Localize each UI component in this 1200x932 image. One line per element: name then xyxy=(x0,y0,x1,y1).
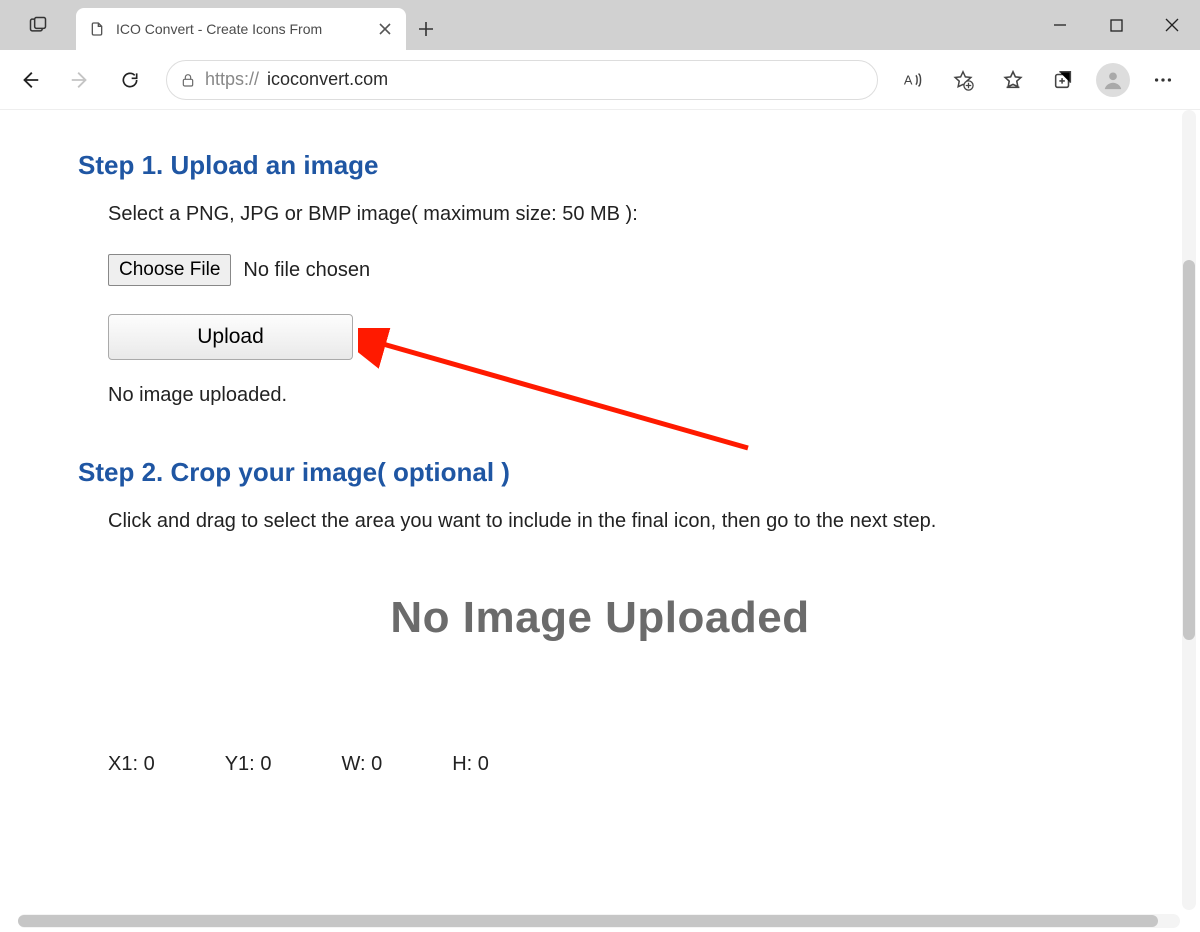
tab-close-button[interactable] xyxy=(376,20,394,38)
vertical-scrollbar[interactable] xyxy=(1182,110,1196,910)
crop-placeholder: No Image Uploaded xyxy=(78,593,1122,643)
nav-back-button[interactable] xyxy=(8,58,52,102)
coord-w: W: 0 xyxy=(341,753,382,776)
window-maximize-button[interactable] xyxy=(1088,0,1144,50)
choose-file-button[interactable]: Choose File xyxy=(108,254,231,286)
add-favorite-button[interactable] xyxy=(942,59,984,101)
window-minimize-button[interactable] xyxy=(1032,0,1088,50)
collections-button[interactable] xyxy=(1042,59,1084,101)
tab-actions-button[interactable] xyxy=(8,0,68,50)
nav-refresh-button[interactable] xyxy=(108,58,152,102)
horizontal-scrollbar-thumb[interactable] xyxy=(18,915,1158,927)
page-viewport: Step 1. Upload an image Select a PNG, JP… xyxy=(18,110,1182,912)
window-controls xyxy=(1032,0,1200,50)
url-host: icoconvert.com xyxy=(267,69,388,90)
new-tab-button[interactable] xyxy=(406,8,446,50)
window-close-button[interactable] xyxy=(1144,0,1200,50)
crop-coordinates: X1: 0 Y1: 0 W: 0 H: 0 xyxy=(78,753,1122,776)
address-bar[interactable]: https:// icoconvert.com xyxy=(166,60,878,100)
upload-button[interactable]: Upload xyxy=(108,314,353,360)
browser-tab[interactable]: ICO Convert - Create Icons From xyxy=(76,8,406,50)
coord-y1: Y1: 0 xyxy=(225,753,272,776)
page-favicon-icon xyxy=(88,20,106,38)
horizontal-scrollbar[interactable] xyxy=(18,914,1180,928)
coord-x1: X1: 0 xyxy=(108,753,155,776)
step1-heading: Step 1. Upload an image xyxy=(78,150,1122,181)
tab-title: ICO Convert - Create Icons From xyxy=(116,21,366,37)
site-info-lock-icon[interactable] xyxy=(179,72,197,88)
coord-h: H: 0 xyxy=(452,753,489,776)
svg-text:A: A xyxy=(904,72,913,87)
window-titlebar: ICO Convert - Create Icons From xyxy=(0,0,1200,50)
step1-instruction: Select a PNG, JPG or BMP image( maximum … xyxy=(108,203,1122,226)
browser-toolbar: https:// icoconvert.com A xyxy=(0,50,1200,110)
upload-status: No image uploaded. xyxy=(108,384,1122,407)
vertical-scrollbar-thumb[interactable] xyxy=(1183,260,1195,640)
step2-heading: Step 2. Crop your image( optional ) xyxy=(78,457,1122,488)
avatar-icon xyxy=(1096,63,1130,97)
toolbar-right-icons: A xyxy=(892,59,1192,101)
nav-forward-button[interactable] xyxy=(58,58,102,102)
step2-instruction: Click and drag to select the area you wa… xyxy=(108,510,1122,533)
profile-button[interactable] xyxy=(1092,59,1134,101)
url-protocol: https:// xyxy=(205,69,259,90)
file-input-row: Choose File No file chosen xyxy=(108,254,1122,286)
settings-more-button[interactable] xyxy=(1142,59,1184,101)
page-content: Step 1. Upload an image Select a PNG, JP… xyxy=(18,110,1182,816)
read-aloud-button[interactable]: A xyxy=(892,59,934,101)
favorites-button[interactable] xyxy=(992,59,1034,101)
file-chosen-status: No file chosen xyxy=(243,259,370,282)
